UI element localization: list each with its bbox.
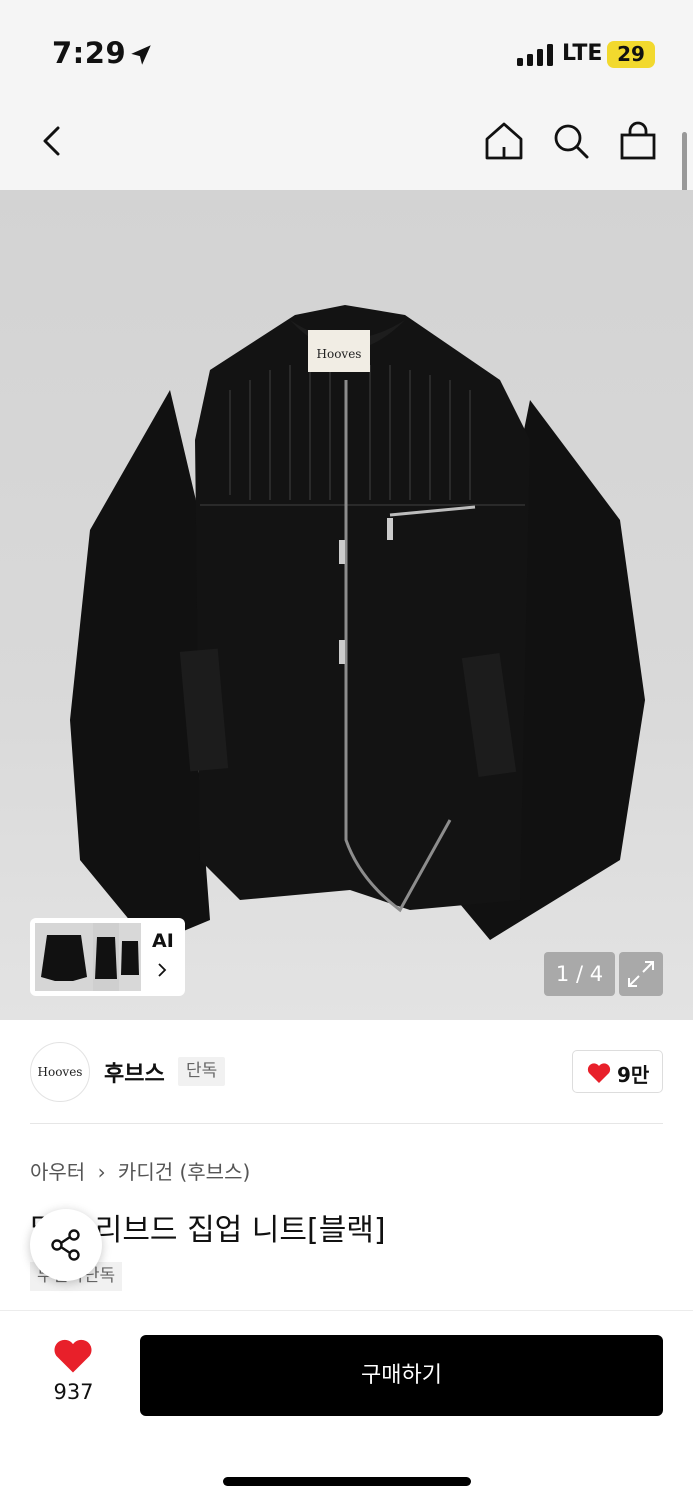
thumbnail-image xyxy=(35,923,93,991)
search-icon[interactable] xyxy=(550,120,592,162)
signal-icon xyxy=(517,44,553,66)
image-counter: 1 / 4 xyxy=(544,952,615,996)
product-image-gallery[interactable]: Hooves AI 1 / 4 xyxy=(0,190,693,1020)
shopping-bag-icon[interactable] xyxy=(617,120,659,162)
breadcrumb-item[interactable]: 아우터 xyxy=(30,1160,85,1184)
location-arrow-icon xyxy=(131,45,151,65)
brand-logo[interactable]: Hooves xyxy=(30,1042,90,1102)
divider xyxy=(30,1123,663,1124)
chevron-right-icon xyxy=(158,963,167,977)
back-arrow-icon[interactable] xyxy=(32,120,74,162)
chevron-right-icon: › xyxy=(97,1160,106,1184)
status-bar: 7:29 LTE 29 xyxy=(0,0,693,100)
thumbnail-image xyxy=(93,923,119,991)
top-navigation xyxy=(0,100,693,190)
share-icon xyxy=(51,1229,80,1261)
ai-thumbnail-card[interactable]: AI xyxy=(30,918,185,996)
expand-icon xyxy=(628,961,654,987)
breadcrumb: 아우터 › 카디건 (후브스) xyxy=(30,1156,250,1185)
battery-indicator: 29 xyxy=(607,41,655,68)
heart-icon[interactable] xyxy=(53,1337,93,1373)
expand-button[interactable] xyxy=(619,952,663,996)
brand-name[interactable]: 후브스 xyxy=(104,1056,165,1088)
buy-button[interactable]: 구매하기 xyxy=(140,1335,663,1416)
breadcrumb-item[interactable]: 카디건 (후브스) xyxy=(118,1160,250,1184)
thumbnail-image xyxy=(119,923,141,991)
home-icon[interactable] xyxy=(483,120,525,162)
bottom-action-bar: 937 구매하기 xyxy=(0,1310,693,1500)
garment-brand-label: Hooves xyxy=(317,347,362,361)
brand-like-count: 9만 xyxy=(617,1063,650,1087)
home-indicator xyxy=(223,1477,471,1486)
exclusive-badge: 단독 xyxy=(178,1057,226,1086)
heart-icon xyxy=(587,1063,611,1083)
status-time: 7:29 xyxy=(52,36,127,70)
wishlist-count: 937 xyxy=(53,1380,94,1404)
share-button[interactable] xyxy=(30,1209,102,1281)
ai-label: AI xyxy=(152,930,174,952)
product-photo: Hooves xyxy=(70,305,645,945)
brand-like-button[interactable]: 9만 xyxy=(572,1050,663,1093)
network-type: LTE xyxy=(562,41,603,66)
